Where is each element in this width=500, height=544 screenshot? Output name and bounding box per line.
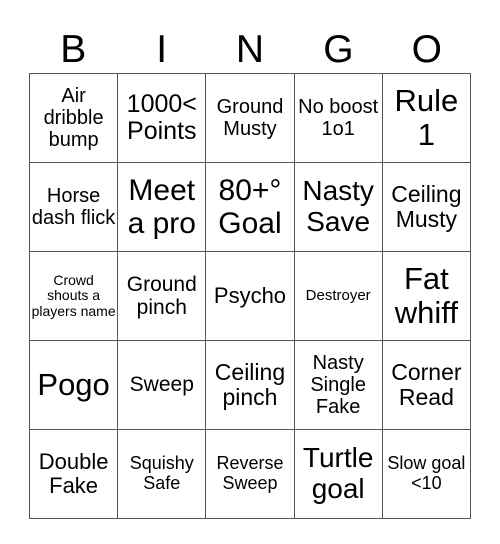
bingo-cell[interactable]: Reverse Sweep — [205, 429, 295, 519]
bingo-cell[interactable]: Slow goal <10 — [381, 429, 472, 519]
bingo-cell[interactable]: Pogo — [28, 340, 119, 430]
bingo-cell[interactable]: Nasty Save — [293, 162, 383, 252]
bingo-cell[interactable]: Ceiling pinch — [205, 340, 295, 430]
bingo-cell[interactable]: Squishy Safe — [117, 429, 207, 519]
bingo-header: B I N G O — [29, 28, 471, 72]
bingo-cell[interactable]: Ceiling Musty — [381, 162, 472, 252]
bingo-cell[interactable]: Turtle goal — [293, 429, 383, 519]
bingo-cell[interactable]: Sweep — [117, 340, 207, 430]
bingo-cell[interactable]: 1000< Points — [117, 73, 207, 163]
bingo-cell[interactable]: Destroyer — [293, 251, 383, 341]
bingo-row: Double Fake Squishy Safe Reverse Sweep T… — [28, 429, 472, 519]
header-letter-o: O — [411, 28, 442, 71]
bingo-cell[interactable]: Corner Read — [381, 340, 472, 430]
bingo-cell[interactable]: No boost 1o1 — [293, 73, 383, 163]
header-letter-g: G — [323, 28, 354, 71]
bingo-row: Pogo Sweep Ceiling pinch Nasty Single Fa… — [28, 340, 472, 430]
header-letter-n: N — [235, 28, 265, 71]
header-letter-i: I — [156, 28, 168, 71]
bingo-cell[interactable]: Fat whiff — [381, 251, 472, 341]
bingo-cell[interactable]: Air dribble bump — [28, 73, 119, 163]
header-letter-b: B — [60, 28, 87, 71]
bingo-cell[interactable]: Rule 1 — [381, 73, 472, 163]
bingo-cell[interactable]: Nasty Single Fake — [293, 340, 383, 430]
bingo-cell[interactable]: 80+° Goal — [205, 162, 295, 252]
bingo-row: Air dribble bump 1000< Points Ground Mus… — [28, 73, 472, 163]
bingo-cell[interactable]: Horse dash flick — [28, 162, 119, 252]
bingo-cell[interactable]: Ground pinch — [117, 251, 207, 341]
bingo-cell[interactable]: Ground Musty — [205, 73, 295, 163]
bingo-grid: Air dribble bump 1000< Points Ground Mus… — [28, 73, 472, 519]
bingo-cell[interactable]: Crowd shouts a players name — [28, 251, 119, 341]
bingo-cell[interactable]: Psycho — [205, 251, 295, 341]
bingo-cell[interactable]: Meet a pro — [117, 162, 207, 252]
bingo-row: Crowd shouts a players name Ground pinch… — [28, 251, 472, 341]
bingo-row: Horse dash flick Meet a pro 80+° Goal Na… — [28, 162, 472, 252]
bingo-cell[interactable]: Double Fake — [28, 429, 119, 519]
